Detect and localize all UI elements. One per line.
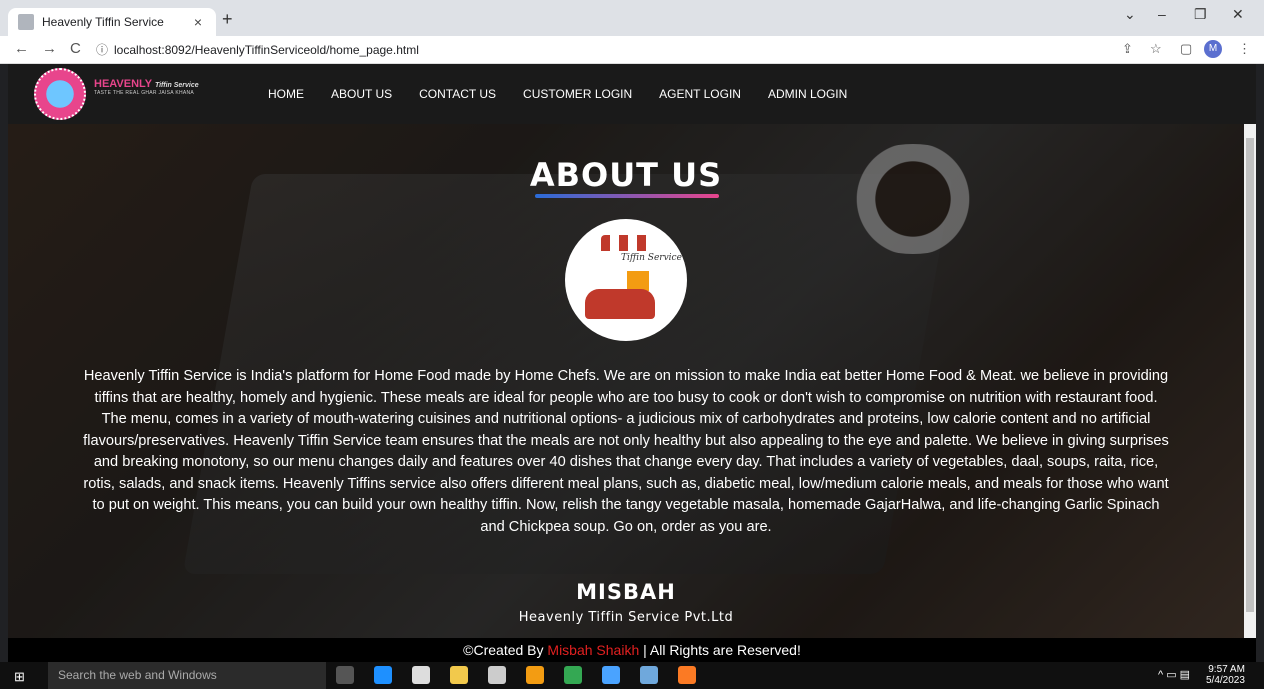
tab-search-icon[interactable]: ⌄ [1124,6,1136,23]
nav-admin-login[interactable]: ADMIN LOGIN [768,87,847,101]
nav-customer-login[interactable]: CUSTOMER LOGIN [523,87,632,101]
footer-suffix: | All Rights are Reserved! [639,642,801,658]
nav-agent-login[interactable]: AGENT LOGIN [659,87,741,101]
section-heading: ABOUT US [529,156,723,194]
browser-tab[interactable]: Heavenly Tiffin Service × [8,8,216,36]
taskbar-pinned-apps [336,666,696,684]
clock-date: 5/4/2023 [1206,675,1245,686]
favicon-icon [18,14,34,30]
scooter-icon [585,289,655,319]
tab-close-icon[interactable]: × [190,14,206,30]
tiffin-service-badge-image: Tiffin Service [565,219,687,341]
logo-name-small: Tiffin Service [154,82,199,89]
web-page: HEAVENLY Tiffin Service TASTE THE REAL G… [8,64,1256,638]
badge-sign-text: Tiffin Service [621,253,682,263]
clock-time: 9:57 AM [1208,664,1245,675]
side-panel-icon[interactable]: ▢ [1180,41,1192,57]
site-logo[interactable] [34,68,86,120]
signature-name: MISBAH [576,580,676,604]
close-window-button[interactable]: ✕ [1232,6,1244,23]
share-icon[interactable]: ⇪ [1122,41,1133,57]
nav-home[interactable]: HOME [268,87,304,101]
xampp-icon[interactable] [678,666,696,684]
store-icon[interactable] [412,666,430,684]
signature-company: Heavenly Tiffin Service Pvt.Ltd [518,610,734,625]
tab-bar: Heavenly Tiffin Service × + ⌄ – ❐ ✕ [0,0,1264,36]
windows-start-icon[interactable]: ⊞ [14,669,25,685]
profile-avatar[interactable]: M [1204,40,1222,58]
taskbar-search-input[interactable]: Search the web and Windows [48,662,326,689]
about-paragraph: Heavenly Tiffin Service is India's platf… [83,368,1169,535]
heading-underline [535,194,719,198]
address-bar: ← → C ⓘ localhost:8092/HeavenlyTiffinServ… [0,36,1264,64]
windows-taskbar: ⊞ Search the web and Windows ^ ▭ ▤ 9:57 … [0,662,1264,689]
nav-about-us[interactable]: ABOUT US [331,87,392,101]
minimize-button[interactable]: – [1158,6,1166,22]
sublime-icon[interactable] [526,666,544,684]
browser-menu-icon[interactable]: ⋮ [1238,41,1251,57]
logo-text: HEAVENLY Tiffin Service TASTE THE REAL G… [94,78,199,96]
app-notes-icon[interactable] [640,666,658,684]
taskbar-clock[interactable]: 9:57 AM 5/4/2023 [1206,664,1245,686]
file-explorer-icon[interactable] [450,666,468,684]
system-tray-icons[interactable]: ^ ▭ ▤ [1158,668,1190,681]
camera-icon[interactable] [488,666,506,684]
site-navbar: HEAVENLY Tiffin Service TASTE THE REAL G… [8,64,1256,124]
task-view-icon[interactable] [336,666,354,684]
site-footer: ©Created By Misbah Shaikh | All Rights a… [8,638,1256,662]
url-text: localhost:8092/HeavenlyTiffinServiceold/… [114,43,419,57]
site-info-icon[interactable]: ⓘ [96,43,108,57]
main-menu: HOME ABOUT US CONTACT US CUSTOMER LOGIN … [268,87,847,101]
url-field[interactable]: ⓘ localhost:8092/HeavenlyTiffinServiceold… [96,41,419,58]
footer-prefix: ©Created By [463,642,548,658]
scrollbar-thumb[interactable] [1246,138,1254,612]
new-tab-button[interactable]: + [222,9,233,30]
nav-contact-us[interactable]: CONTACT US [419,87,496,101]
back-icon[interactable]: ← [14,40,29,57]
logo-name: HEAVENLY [94,78,152,90]
page-scrollbar[interactable] [1244,124,1256,638]
about-section: ABOUT US Tiffin Service Heavenly Tiffin … [8,124,1244,638]
chrome-icon[interactable] [564,666,582,684]
logo-tagline: TASTE THE REAL GHAR JAISA KHANA [94,90,195,96]
edge-icon[interactable] [374,666,392,684]
shop-awning-icon [601,235,655,251]
tab-title: Heavenly Tiffin Service [42,15,164,29]
reload-icon[interactable]: C [70,40,81,57]
bookmark-star-icon[interactable]: ☆ [1150,41,1162,57]
forward-icon[interactable]: → [42,40,57,57]
footer-author: Misbah Shaikh [547,642,640,658]
app-blue-icon[interactable] [602,666,620,684]
restore-button[interactable]: ❐ [1194,6,1207,23]
delivery-box-icon [627,271,649,291]
